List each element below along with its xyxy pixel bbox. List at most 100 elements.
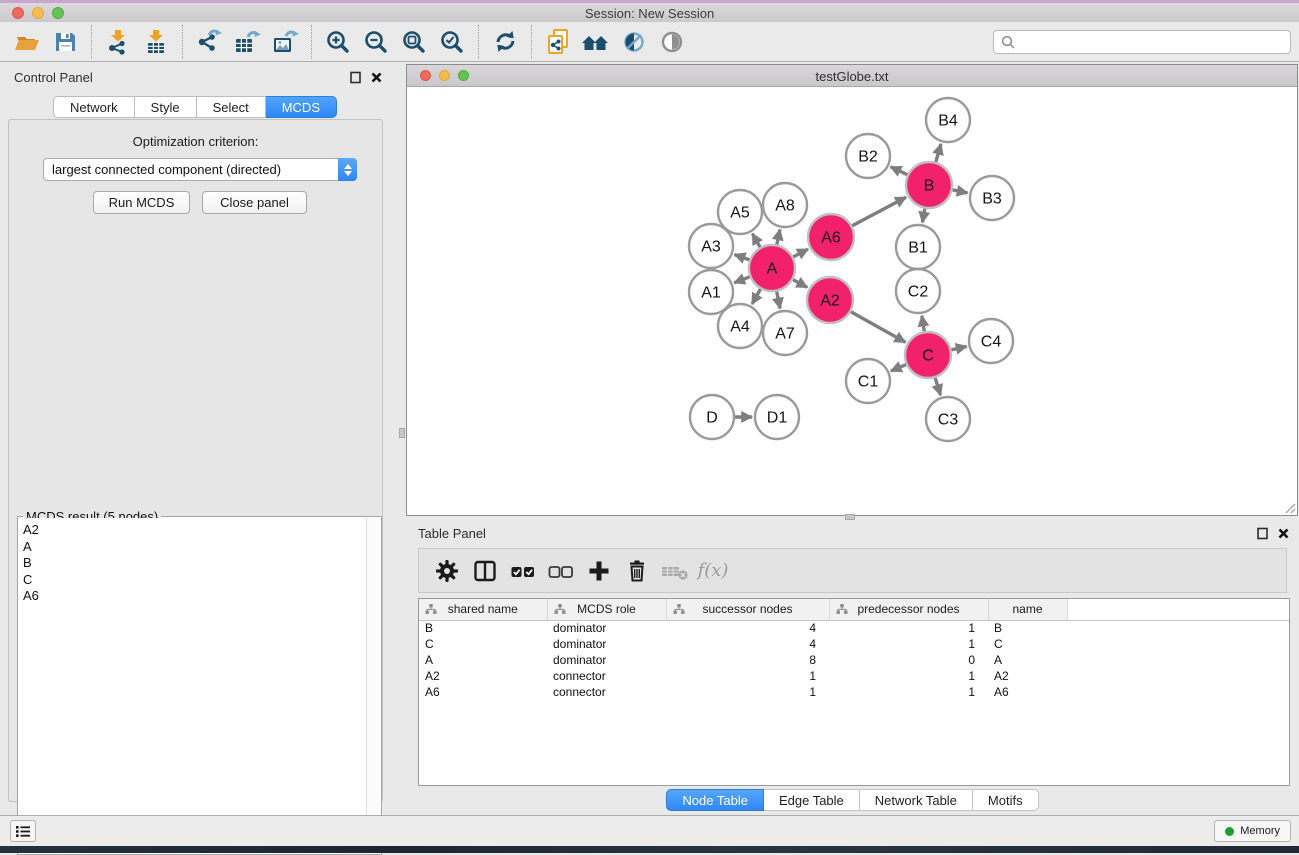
run-mcds-button[interactable]: Run MCDS: [93, 191, 190, 214]
edge-A6-B[interactable]: [852, 197, 906, 226]
cell-predecessor-nodes[interactable]: 1: [829, 668, 988, 684]
edge-A2-C[interactable]: [851, 312, 905, 343]
edge-C-C1[interactable]: [891, 365, 906, 372]
import-network-icon[interactable]: [99, 25, 137, 59]
close-table-panel-icon[interactable]: [1278, 528, 1289, 539]
result-item-a6[interactable]: A6: [19, 588, 366, 605]
task-history-button[interactable]: [10, 820, 36, 842]
cell-predecessor-nodes[interactable]: 1: [829, 636, 988, 652]
cell-successor-nodes[interactable]: 8: [666, 652, 829, 668]
edge-B-B1[interactable]: [922, 209, 924, 223]
result-list-scrollbar[interactable]: [366, 518, 380, 853]
cell-shared-name[interactable]: C: [419, 636, 547, 652]
result-item-c[interactable]: C: [19, 572, 366, 589]
column-header-shared-name[interactable]: shared name: [419, 599, 547, 620]
node-table[interactable]: shared nameMCDS rolesuccessor nodesprede…: [418, 598, 1290, 786]
clone-network-icon[interactable]: [539, 25, 577, 59]
cell-MCDS-role[interactable]: dominator: [547, 652, 666, 668]
graph-node-B3[interactable]: B3: [970, 176, 1014, 220]
close-panel-icon[interactable]: [371, 72, 382, 83]
tab-style[interactable]: Style: [135, 96, 197, 118]
cell-shared-name[interactable]: A6: [419, 684, 547, 700]
graph-node-B2[interactable]: B2: [846, 134, 890, 178]
close-panel-button[interactable]: Close panel: [202, 191, 307, 214]
graph-node-A5[interactable]: A5: [718, 190, 762, 234]
cell-name[interactable]: B: [988, 620, 1067, 636]
column-header-predecessor-nodes[interactable]: predecessor nodes: [829, 599, 988, 620]
save-session-icon[interactable]: [46, 25, 84, 59]
zoom-out-icon[interactable]: [357, 25, 395, 59]
cell-successor-nodes[interactable]: 1: [666, 668, 829, 684]
cell-successor-nodes[interactable]: 4: [666, 636, 829, 652]
hide-graphics-details-icon[interactable]: [615, 25, 653, 59]
cell-successor-nodes[interactable]: 1: [666, 684, 829, 700]
graph-node-A7[interactable]: A7: [763, 311, 807, 355]
table-row[interactable]: Bdominator41B: [419, 620, 1289, 636]
cell-MCDS-role[interactable]: dominator: [547, 620, 666, 636]
result-item-a2[interactable]: A2: [19, 522, 366, 539]
network-graph[interactable]: AA6A2BCA1A3A4A5A7A8B1B2B3B4C1C2C3C4DD1: [407, 87, 1297, 515]
cell-predecessor-nodes[interactable]: 1: [829, 684, 988, 700]
export-image-icon[interactable]: [266, 25, 304, 59]
graph-node-B1[interactable]: B1: [896, 225, 940, 269]
graph-node-C1[interactable]: C1: [846, 359, 890, 403]
export-network-icon[interactable]: [190, 25, 228, 59]
optimization-criterion-dropdown[interactable]: largest connected component (directed): [43, 158, 357, 181]
delete-column-icon[interactable]: [621, 555, 653, 587]
search-box[interactable]: [993, 30, 1291, 54]
cell-MCDS-role[interactable]: connector: [547, 684, 666, 700]
cell-shared-name[interactable]: A: [419, 652, 547, 668]
zoom-in-icon[interactable]: [319, 25, 357, 59]
tab-network[interactable]: Network: [53, 96, 135, 118]
mcds-result-list[interactable]: A2ABCA6: [19, 518, 366, 853]
graph-node-B4[interactable]: B4: [926, 98, 970, 142]
tab-edge-table[interactable]: Edge Table: [764, 789, 860, 811]
graph-node-C3[interactable]: C3: [926, 397, 970, 441]
graph-node-C2[interactable]: C2: [896, 269, 940, 313]
deselect-all-icon[interactable]: [545, 555, 577, 587]
float-table-panel-icon[interactable]: [1257, 527, 1268, 540]
edge-C-C4[interactable]: [951, 346, 966, 349]
tab-motifs[interactable]: Motifs: [973, 789, 1039, 811]
cell-predecessor-nodes[interactable]: 0: [829, 652, 988, 668]
destroy-table-icon[interactable]: [659, 555, 691, 587]
edge-A-A4[interactable]: [752, 289, 760, 304]
edge-A-A8[interactable]: [777, 229, 780, 244]
column-header-name[interactable]: name: [988, 599, 1067, 620]
edge-A-A7[interactable]: [777, 292, 780, 309]
graph-node-D1[interactable]: D1: [755, 395, 799, 439]
result-item-a[interactable]: A: [19, 539, 366, 556]
window-resize-grip[interactable]: [1283, 501, 1296, 514]
graph-node-A2[interactable]: A2: [807, 277, 853, 323]
export-table-icon[interactable]: [228, 25, 266, 59]
table-settings-gear-icon[interactable]: [431, 555, 463, 587]
graph-node-A[interactable]: A: [749, 245, 795, 291]
column-header-MCDS-role[interactable]: MCDS role: [547, 599, 666, 620]
import-table-icon[interactable]: [137, 25, 175, 59]
tab-network-table[interactable]: Network Table: [860, 789, 973, 811]
network-canvas[interactable]: AA6A2BCA1A3A4A5A7A8B1B2B3B4C1C2C3C4DD1: [407, 87, 1297, 515]
table-row[interactable]: A2connector11A2: [419, 668, 1289, 684]
graph-node-B[interactable]: B: [906, 162, 952, 208]
edge-B-B2[interactable]: [891, 167, 908, 175]
cell-name[interactable]: A2: [988, 668, 1067, 684]
home-view-icon[interactable]: [577, 25, 615, 59]
zoom-fit-icon[interactable]: [395, 25, 433, 59]
edge-C-C2[interactable]: [922, 316, 924, 332]
cell-successor-nodes[interactable]: 4: [666, 620, 829, 636]
select-all-icon[interactable]: [507, 555, 539, 587]
tab-node-table[interactable]: Node Table: [666, 789, 764, 811]
graph-node-C[interactable]: C: [905, 332, 951, 378]
float-panel-icon[interactable]: [350, 71, 361, 84]
cell-name[interactable]: A: [988, 652, 1067, 668]
table-row[interactable]: Adominator80A: [419, 652, 1289, 668]
cell-predecessor-nodes[interactable]: 1: [829, 620, 988, 636]
edge-A-A6[interactable]: [793, 249, 808, 257]
edge-A-A2[interactable]: [793, 280, 807, 288]
cell-shared-name[interactable]: A2: [419, 668, 547, 684]
tab-mcds[interactable]: MCDS: [266, 96, 337, 118]
graph-node-D[interactable]: D: [690, 395, 734, 439]
edge-B-B4[interactable]: [936, 144, 941, 162]
edge-A-A3[interactable]: [735, 254, 750, 259]
zoom-selected-icon[interactable]: [433, 25, 471, 59]
